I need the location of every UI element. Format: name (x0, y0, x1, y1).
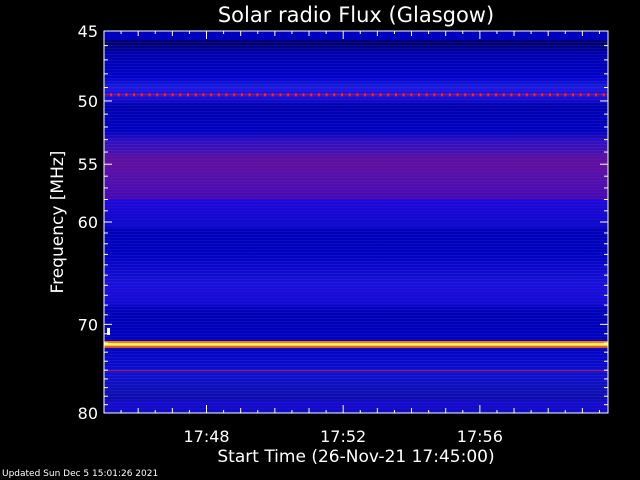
emission-dot (356, 93, 359, 97)
band-66-68 (104, 285, 608, 306)
emission-dot (233, 93, 236, 97)
emission-dot (533, 93, 536, 97)
peak-band-edge-bottom (104, 345, 608, 348)
emission-dot (548, 93, 551, 97)
emission-dot (418, 93, 420, 97)
y-tick-label: 55 (78, 155, 98, 174)
band-78.5-80 (104, 400, 608, 413)
emission-dot (240, 93, 243, 97)
emission-dot (541, 93, 544, 97)
emission-dot (110, 93, 112, 97)
emission-dot (125, 93, 128, 97)
emission-dot (279, 93, 282, 97)
y-tick-label: 70 (78, 315, 98, 334)
emission-dot (425, 93, 428, 97)
emission-dot (156, 93, 159, 97)
emission-dot (579, 93, 582, 97)
emission-dot (187, 93, 189, 97)
emission-dot (333, 93, 336, 97)
emission-dot (510, 93, 513, 97)
updated-timestamp: Updated Sun Dec 5 15:01:26 2021 (2, 469, 159, 479)
emission-dot (348, 93, 351, 97)
x-tick-label: 17:48 (183, 427, 229, 446)
emission-dot (317, 93, 320, 97)
band-75-75 (104, 370, 608, 372)
x-tick-label: 17:56 (457, 427, 503, 446)
emission-dot (264, 93, 266, 97)
emission-dot (163, 93, 166, 97)
emission-dot (525, 93, 528, 97)
emission-dot (256, 93, 259, 97)
emission-dot (464, 93, 467, 97)
band-72-72.3 (104, 343, 608, 346)
emission-dot (479, 93, 482, 97)
emission-dot (410, 93, 413, 97)
emission-dot (202, 93, 205, 97)
emission-dot (294, 93, 297, 97)
emission-dot (194, 93, 197, 97)
spectrogram-chart: 45 50 55 60 70 80 17:48 17:52 17:56 Solar radio… (48, 3, 609, 467)
emission-dot (371, 93, 374, 97)
band-58-60.5 (104, 199, 608, 228)
emission-dot (502, 93, 505, 97)
emission-dot (171, 93, 174, 97)
emission-dot (302, 93, 305, 97)
peak-band-edge-top (104, 341, 608, 344)
band-45-45.6 (104, 31, 608, 40)
emission-dot (217, 93, 220, 97)
emission-dot (225, 93, 228, 97)
emission-dot (210, 93, 213, 97)
y-axis-label: Frequency [MHz] (48, 151, 68, 294)
emission-dot (518, 93, 521, 97)
emission-dot (179, 93, 182, 97)
emission-dot (387, 93, 390, 97)
emission-dot (448, 93, 451, 97)
emission-dot (402, 93, 405, 97)
emission-dot (602, 93, 605, 97)
emission-dot (287, 93, 290, 97)
emission-dot (556, 93, 559, 97)
emission-dot (394, 93, 397, 97)
emission-dot (441, 93, 444, 97)
emission-dot (148, 93, 151, 97)
emission-dot (379, 93, 382, 97)
y-tick-label: 50 (78, 92, 98, 111)
emission-dot (140, 93, 143, 97)
emission-dot (495, 93, 497, 97)
emission-dot (271, 93, 274, 97)
emission-dot (572, 93, 574, 97)
emission-dot (433, 93, 436, 97)
emission-dot (341, 93, 343, 97)
y-tick-label: 80 (78, 404, 98, 423)
band-54.2-58 (104, 154, 608, 200)
emission-dot (587, 93, 590, 97)
emission-dot (364, 93, 367, 97)
chart-title: Solar radio Flux (Glasgow) (218, 3, 494, 27)
y-tick-label: 45 (78, 22, 98, 41)
y-tick-label: 60 (78, 213, 98, 232)
emission-dot (471, 93, 474, 97)
emission-dot (456, 93, 459, 97)
emission-dot (595, 93, 598, 97)
emission-dot (248, 93, 251, 97)
x-axis-label: Start Time (26-Nov-21 17:45:00) (217, 447, 494, 467)
emission-dot (325, 93, 328, 97)
x-tick-label: 17:52 (320, 427, 366, 446)
emission-dot (117, 93, 120, 97)
emission-dot (564, 93, 567, 97)
emission-dot (133, 93, 136, 97)
emission-dot (487, 93, 490, 97)
emission-dot (310, 93, 313, 97)
